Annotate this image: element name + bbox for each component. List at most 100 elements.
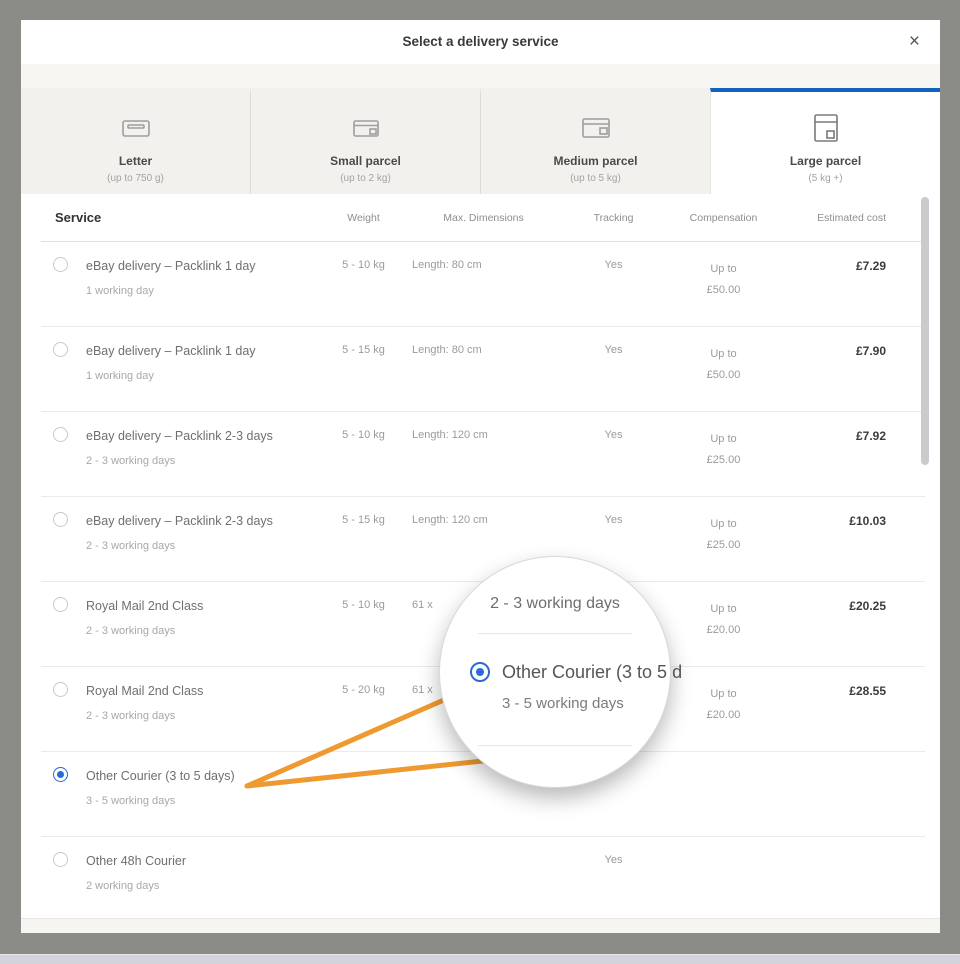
tab-medium-parcel[interactable]: Medium parcel (up to 5 kg) (480, 88, 710, 194)
service-duration: 1 working day (86, 370, 321, 382)
compensation-prefix: Up to (666, 344, 781, 365)
radio-button[interactable] (53, 682, 68, 697)
estimated-cost: £7.92 (781, 412, 886, 496)
compensation-value: Up to £20.00 (666, 667, 781, 751)
bottom-edge-strip (0, 954, 960, 964)
table-row[interactable]: Other 48h Courier 2 working days Yes (41, 837, 925, 922)
dimensions-value: Length: 120 cm (406, 412, 561, 496)
radio-dot (57, 771, 64, 778)
compensation-value (666, 837, 781, 921)
dimensions-value: Length: 80 cm (406, 242, 561, 326)
service-name: Other Courier (3 to 5 days) (86, 769, 321, 783)
service-duration: 2 working days (86, 880, 321, 892)
package-type-tabs: Letter (up to 750 g) Small parcel (up to… (21, 88, 940, 194)
service-duration: 2 - 3 working days (86, 710, 321, 722)
header-weight: Weight (321, 212, 406, 224)
tab-label: Medium parcel (553, 154, 637, 168)
service-duration: 2 - 3 working days (86, 540, 321, 552)
compensation-amount: £20.00 (666, 620, 781, 641)
weight-value: 5 - 10 kg (321, 582, 406, 666)
estimated-cost (781, 837, 886, 921)
radio-dot (476, 668, 484, 676)
service-duration: 2 - 3 working days (86, 625, 321, 637)
weight-value: 5 - 10 kg (321, 412, 406, 496)
service-name: Royal Mail 2nd Class (86, 684, 321, 698)
tracking-value: Yes (561, 327, 666, 411)
service-duration: 2 - 3 working days (86, 455, 321, 467)
compensation-value (666, 752, 781, 836)
magnifier-divider (478, 745, 632, 746)
service-duration: 3 - 5 working days (86, 795, 321, 807)
magnifier-divider (478, 633, 632, 634)
table-row[interactable]: eBay delivery – Packlink 1 day 1 working… (41, 327, 925, 412)
table-row[interactable]: eBay delivery – Packlink 1 day 1 working… (41, 242, 925, 327)
tab-sublabel: (up to 2 kg) (340, 173, 391, 184)
tracking-value: Yes (561, 242, 666, 326)
compensation-amount: £50.00 (666, 365, 781, 386)
radio-button[interactable] (53, 427, 68, 442)
tab-small-parcel[interactable]: Small parcel (up to 2 kg) (250, 88, 480, 194)
service-name: eBay delivery – Packlink 1 day (86, 344, 321, 358)
compensation-prefix: Up to (666, 514, 781, 535)
tracking-value: Yes (561, 412, 666, 496)
estimated-cost: £10.03 (781, 497, 886, 581)
header-strip (21, 64, 940, 88)
weight-value: 5 - 15 kg (321, 327, 406, 411)
modal-title: Select a delivery service (21, 20, 940, 64)
compensation-amount: £20.00 (666, 705, 781, 726)
weight-value: 5 - 20 kg (321, 667, 406, 751)
tab-label: Large parcel (790, 154, 861, 168)
compensation-amount: £25.00 (666, 535, 781, 556)
magnified-duration-above: 2 - 3 working days (440, 595, 670, 613)
weight-value: 5 - 10 kg (321, 242, 406, 326)
compensation-prefix: Up to (666, 684, 781, 705)
small-parcel-icon (349, 112, 383, 144)
scrollbar-thumb[interactable] (921, 197, 929, 465)
radio-button[interactable] (53, 342, 68, 357)
compensation-value: Up to £20.00 (666, 582, 781, 666)
radio-button[interactable] (53, 257, 68, 272)
compensation-value: Up to £25.00 (666, 497, 781, 581)
tab-letter[interactable]: Letter (up to 750 g) (21, 88, 250, 194)
modal-header: Select a delivery service × (21, 20, 940, 64)
service-name: eBay delivery – Packlink 2-3 days (86, 514, 321, 528)
service-name: Royal Mail 2nd Class (86, 599, 321, 613)
table-row[interactable]: eBay delivery – Packlink 2-3 days 2 - 3 … (41, 412, 925, 497)
letter-icon (119, 112, 153, 144)
compensation-amount: £25.00 (666, 450, 781, 471)
table-row[interactable]: eBay delivery – Packlink 2-3 days 2 - 3 … (41, 497, 925, 582)
magnified-service-duration: 3 - 5 working days (502, 695, 624, 712)
weight-value (321, 752, 406, 836)
estimated-cost: £7.90 (781, 327, 886, 411)
tab-large-parcel[interactable]: Large parcel (5 kg +) (710, 88, 940, 194)
delivery-service-modal: Select a delivery service × Letter (up t… (21, 20, 940, 933)
radio-button[interactable] (53, 852, 68, 867)
service-table: Service Weight Max. Dimensions Tracking … (21, 194, 940, 922)
magnified-radio-selected (470, 662, 490, 682)
service-duration: 1 working day (86, 285, 321, 297)
large-parcel-icon (809, 112, 843, 144)
estimated-cost (781, 752, 886, 836)
magnifier-callout: 2 - 3 working days Other Courier (3 to 5… (439, 556, 671, 788)
close-icon[interactable]: × (909, 31, 920, 53)
tab-sublabel: (up to 750 g) (107, 173, 164, 184)
compensation-amount: £50.00 (666, 280, 781, 301)
tab-sublabel: (up to 5 kg) (570, 173, 621, 184)
compensation-value: Up to £50.00 (666, 327, 781, 411)
estimated-cost: £20.25 (781, 582, 886, 666)
dimensions-value (406, 837, 561, 921)
header-max-dimensions: Max. Dimensions (406, 212, 561, 224)
radio-button[interactable] (53, 512, 68, 527)
tab-label: Small parcel (330, 154, 401, 168)
service-name: eBay delivery – Packlink 1 day (86, 259, 321, 273)
medium-parcel-icon (578, 112, 614, 144)
dimensions-value: Length: 80 cm (406, 327, 561, 411)
weight-value: 5 - 15 kg (321, 497, 406, 581)
tab-label: Letter (119, 154, 152, 168)
estimated-cost: £28.55 (781, 667, 886, 751)
radio-button[interactable] (53, 597, 68, 612)
tracking-value: Yes (561, 837, 666, 921)
radio-button[interactable] (53, 767, 68, 782)
table-row[interactable]: Other Courier (3 to 5 days) 3 - 5 workin… (41, 752, 925, 837)
estimated-cost: £7.29 (781, 242, 886, 326)
